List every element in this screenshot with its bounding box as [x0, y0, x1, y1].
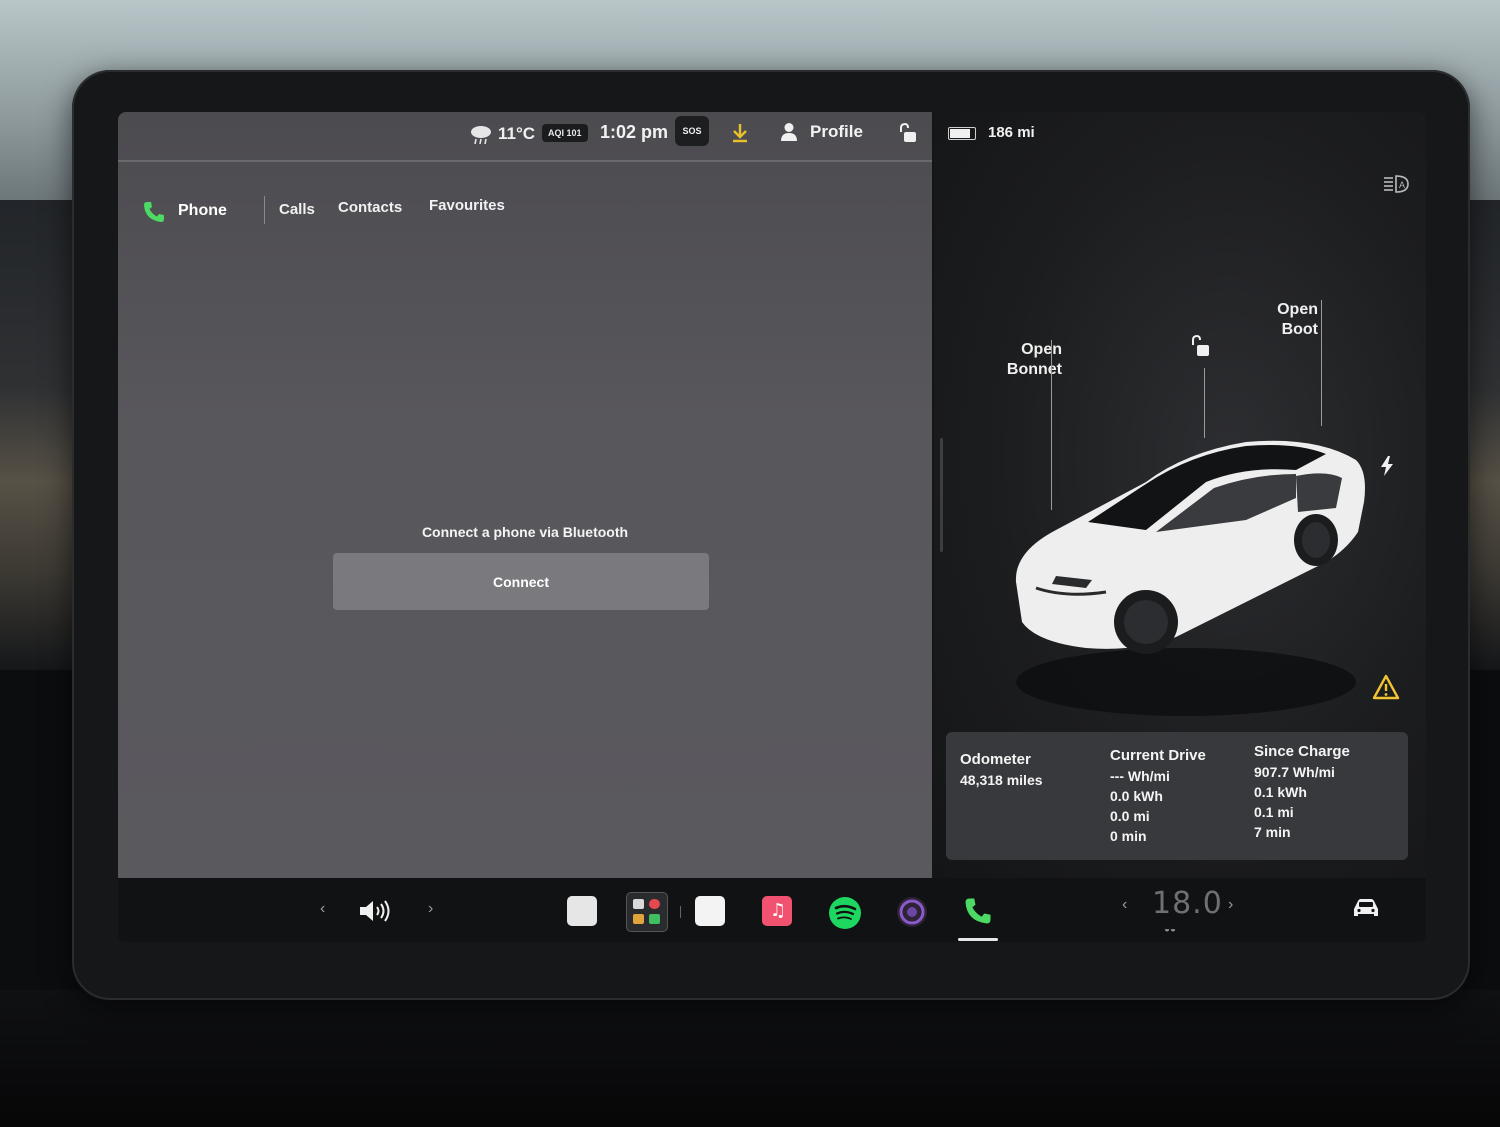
clock: 1:02 pm [600, 122, 669, 142]
rain-cloud-icon [471, 126, 491, 145]
toybox-tile-3 [633, 914, 644, 924]
since-charge-energy: 0.1 kWh [1254, 784, 1307, 800]
battery-fill [950, 129, 970, 138]
unlock-icon[interactable] [898, 122, 920, 144]
tab-contacts[interactable]: Contacts [338, 199, 402, 216]
temp-up-chevron-icon[interactable]: › [1228, 896, 1233, 914]
open-boot-line2: Boot [1281, 321, 1318, 338]
camera-app-icon[interactable] [896, 896, 928, 928]
charge-port-icon[interactable] [1380, 456, 1394, 476]
spotify-app-icon[interactable] [828, 896, 862, 930]
panel-drag-handle[interactable] [940, 438, 943, 552]
temp-down-chevron-icon[interactable]: ‹ [1122, 896, 1127, 914]
phone-icon [144, 202, 164, 222]
car-icon[interactable] [1350, 896, 1382, 920]
sos-label: SOS [682, 126, 702, 136]
volume-icon[interactable] [358, 898, 392, 924]
tab-calls[interactable]: Calls [279, 201, 315, 218]
current-drive-efficiency: --- Wh/mi [1110, 768, 1170, 784]
dock-separator [680, 906, 681, 918]
profile-button[interactable]: Profile [810, 122, 863, 142]
current-drive-time: 0 min [1110, 828, 1147, 844]
door-unlock-icon[interactable] [1190, 334, 1212, 358]
sos-button[interactable]: SOS [675, 116, 709, 146]
outside-temperature: 11°C [498, 124, 536, 143]
current-drive-column: Current Drive --- Wh/mi 0.0 kWh 0.0 mi 0… [1110, 746, 1206, 846]
console-bottom [0, 990, 1500, 1127]
notes-app-icon[interactable] [567, 896, 597, 926]
music-app-icon[interactable]: ♫ [762, 896, 792, 926]
odometer-value: 48,318 miles [960, 772, 1043, 788]
car-render [1015, 440, 1365, 716]
current-drive-distance: 0.0 mi [1110, 808, 1150, 824]
since-charge-efficiency: 907.7 Wh/mi [1254, 764, 1335, 780]
odometer-column: Odometer 48,318 miles [960, 750, 1043, 790]
toybox-tile-1 [633, 899, 644, 909]
active-app-indicator [958, 938, 998, 941]
since-charge-column: Since Charge 907.7 Wh/mi 0.1 kWh 0.1 mi … [1254, 742, 1350, 842]
profile-icon[interactable] [780, 122, 798, 142]
range-readout: 186 mi [988, 124, 1035, 141]
trip-info-card[interactable]: Odometer 48,318 miles Current Drive --- … [946, 732, 1408, 860]
connect-button[interactable]: Connect [333, 553, 709, 610]
seat-heater-icon[interactable]: ◒◒ [1164, 924, 1176, 935]
tab-separator [264, 196, 265, 224]
climate-temperature[interactable]: 18.0 [1152, 886, 1223, 921]
current-drive-energy: 0.0 kWh [1110, 788, 1163, 804]
car-panel: 186 mi A Open Bonnet Open Boot Odometer … [934, 112, 1426, 878]
phone-app-icon[interactable] [962, 896, 994, 926]
tab-favourites[interactable]: Favourites [429, 197, 505, 214]
bottom-dock: ‹ › ♫ ‹ 18.0 ◒◒ › [118, 878, 1426, 942]
open-boot-line1: Open [1277, 301, 1318, 318]
music-note-glyph: ♫ [770, 900, 787, 921]
volume-up-chevron-icon[interactable]: › [428, 900, 433, 918]
battery-icon [948, 127, 976, 140]
phone-app-panel: 11°C AQI 101 1:02 pm SOS Profile Phone C… [118, 112, 932, 878]
touchscreen: 11°C AQI 101 1:02 pm SOS Profile Phone C… [118, 112, 1426, 942]
volume-down-chevron-icon[interactable]: ‹ [320, 900, 325, 918]
current-drive-label: Current Drive [1110, 747, 1206, 764]
svg-text:A: A [1399, 180, 1405, 190]
headlight-icon[interactable]: A [1382, 174, 1410, 194]
toybox-tile-4 [649, 914, 660, 924]
status-divider [118, 160, 932, 162]
boot-pointer-line [1321, 300, 1322, 426]
calendar-app-icon[interactable] [695, 896, 725, 926]
since-charge-distance: 0.1 mi [1254, 804, 1294, 820]
since-charge-time: 7 min [1254, 824, 1291, 840]
toybox-tile-2 [649, 899, 660, 909]
warning-icon[interactable] [1372, 674, 1400, 700]
aqi-badge: AQI 101 [542, 124, 588, 142]
open-boot-label[interactable]: Open Boot [1256, 300, 1318, 340]
download-icon[interactable] [730, 122, 750, 144]
toybox-app-icon[interactable] [626, 892, 668, 932]
odometer-label: Odometer [960, 751, 1031, 768]
since-charge-label: Since Charge [1254, 743, 1350, 760]
phone-title: Phone [178, 202, 227, 219]
bluetooth-message: Connect a phone via Bluetooth [421, 524, 629, 540]
